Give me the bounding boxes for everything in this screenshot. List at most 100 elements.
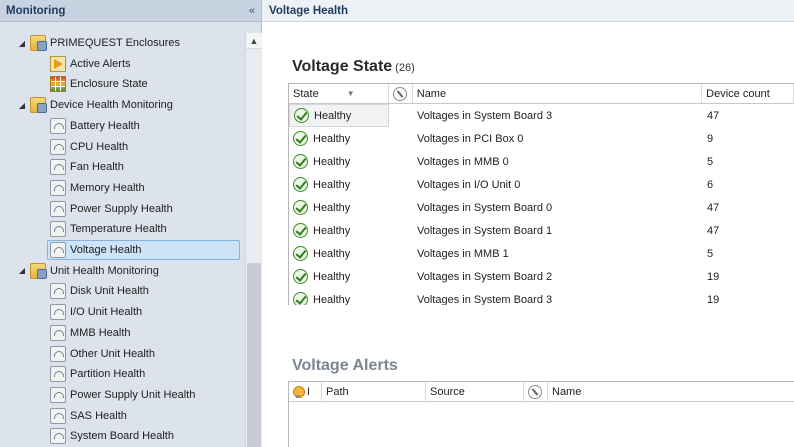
- state-cell: Healthy: [289, 242, 389, 265]
- tree-item[interactable]: Partition Health: [50, 364, 145, 384]
- table-row[interactable]: Healthy Voltages in MMB 0 5: [289, 150, 794, 173]
- column-device-count-label: Device count: [706, 87, 770, 100]
- healthy-check-icon: [293, 246, 308, 261]
- tree-item[interactable]: Power Supply Health: [50, 199, 173, 219]
- tree-item-label: SAS Health: [70, 409, 127, 422]
- dashboard-icon: [50, 242, 66, 258]
- table-row[interactable]: Healthy Voltages in System Board 3 47: [289, 104, 794, 127]
- device-count-cell: 5: [707, 247, 714, 260]
- column-source[interactable]: Source: [426, 382, 524, 401]
- dashboard-icon: [50, 138, 66, 155]
- tree-item[interactable]: SAS Health: [50, 406, 127, 426]
- voltage-state-heading: Voltage State: [292, 58, 393, 75]
- healthy-check-icon: [293, 200, 308, 215]
- table-row[interactable]: Healthy Voltages in System Board 3 19: [289, 288, 794, 305]
- alert-severity-icon: [292, 385, 305, 399]
- column-name-label: Name: [416, 87, 447, 100]
- column-source-label: Source: [430, 385, 465, 398]
- tasks-cell: [389, 196, 413, 219]
- tasks-cell: [389, 242, 413, 265]
- state-text: Healthy: [313, 155, 351, 168]
- tree-item[interactable]: ◢ Unit Health Monitoring: [16, 261, 159, 281]
- tree-item-label: Fan Health: [70, 161, 124, 174]
- state-text: Healthy: [314, 109, 352, 122]
- healthy-check-icon: [294, 108, 309, 123]
- tree-item[interactable]: Active Alerts: [50, 54, 131, 74]
- nav-header: Monitoring «: [0, 0, 261, 22]
- name-cell: Voltages in I/O Unit 0: [417, 178, 521, 191]
- table-row[interactable]: Healthy Voltages in MMB 1 5: [289, 242, 794, 265]
- tree-item[interactable]: System Board Health: [50, 426, 174, 446]
- tasks-cell: [389, 265, 413, 288]
- column-path[interactable]: Path: [322, 382, 426, 401]
- tree-item-label: I/O Unit Health: [70, 306, 143, 319]
- main-content: Voltage Health Voltage State (26) State ▼…: [262, 0, 794, 447]
- tree-item[interactable]: Battery Health: [50, 116, 140, 136]
- state-text: Healthy: [313, 293, 351, 306]
- device-count-cell: 19: [707, 293, 720, 306]
- tree-item[interactable]: Fan Health: [50, 157, 124, 177]
- navigation-pane: Monitoring « ◢ PRIMEQUEST Enclosures Activ…: [0, 0, 262, 447]
- tree-item[interactable]: Memory Health: [50, 178, 145, 198]
- expand-toggle-icon[interactable]: ◢: [16, 266, 28, 275]
- expand-toggle-icon[interactable]: ◢: [16, 101, 28, 110]
- healthy-check-icon: [293, 154, 308, 169]
- column-alert-name[interactable]: Name: [548, 382, 794, 401]
- scrollbar-thumb[interactable]: [247, 263, 261, 447]
- tree-item[interactable]: MMB Health: [50, 323, 131, 343]
- tree-item-label: Memory Health: [70, 181, 145, 194]
- tree-item[interactable]: ◢ PRIMEQUEST Enclosures: [16, 33, 180, 53]
- column-state-label: State: [293, 87, 319, 100]
- device-count-cell: 9: [707, 132, 714, 145]
- tree-scrollbar[interactable]: ▲: [245, 33, 262, 447]
- voltage-alerts-grid[interactable]: I Path Source Name: [288, 381, 794, 447]
- device-count-cell: 47: [707, 224, 720, 237]
- tasks-cell: [389, 219, 413, 242]
- tree-item[interactable]: Disk Unit Health: [50, 281, 149, 301]
- column-state[interactable]: State ▼: [289, 84, 389, 103]
- state-cell: Healthy: [289, 150, 389, 173]
- voltage-state-grid[interactable]: State ▼ Name Device count Healthy Voltage…: [288, 83, 794, 305]
- table-row[interactable]: Healthy Voltages in System Board 2 19: [289, 265, 794, 288]
- tree-item[interactable]: CPU Health: [50, 137, 128, 157]
- table-row[interactable]: Healthy Voltages in System Board 0 47: [289, 196, 794, 219]
- column-device-count[interactable]: Device count: [702, 84, 794, 103]
- wrench-icon: [392, 86, 407, 101]
- tree-item[interactable]: Enclosure State: [50, 74, 148, 94]
- column-name[interactable]: Name: [413, 84, 703, 103]
- collapse-pane-button[interactable]: «: [249, 5, 255, 17]
- dashboard-icon: [50, 324, 66, 341]
- tree-item-label: Power Supply Unit Health: [70, 388, 196, 401]
- dashboard-icon: [50, 386, 66, 403]
- tree-item-label: Temperature Health: [70, 223, 167, 236]
- tasks-cell: [389, 104, 413, 127]
- state-cell: Healthy: [289, 288, 389, 305]
- name-cell: Voltages in System Board 3: [417, 109, 553, 122]
- tree-item[interactable]: Voltage Health: [47, 240, 240, 260]
- scroll-up-arrow-icon[interactable]: ▲: [246, 33, 262, 49]
- tree-item-label: Other Unit Health: [70, 347, 155, 360]
- filter-arrow-icon[interactable]: ▼: [347, 89, 355, 98]
- column-tasks[interactable]: [389, 84, 413, 103]
- column-severity[interactable]: I: [289, 382, 322, 401]
- tree-item[interactable]: Power Supply Unit Health: [50, 385, 195, 405]
- tree-item[interactable]: I/O Unit Health: [50, 302, 142, 322]
- dashboard-icon: [50, 117, 66, 134]
- voltage-alerts-title: Voltage Alerts: [292, 357, 398, 375]
- column-alert-tasks[interactable]: [524, 382, 548, 401]
- tree-item[interactable]: ◢ Device Health Monitoring: [16, 95, 173, 115]
- table-row[interactable]: Healthy Voltages in System Board 1 47: [289, 219, 794, 242]
- table-row[interactable]: Healthy Voltages in I/O Unit 0 6: [289, 173, 794, 196]
- expand-toggle-icon[interactable]: ◢: [16, 39, 28, 48]
- device-count-cell: 6: [707, 178, 714, 191]
- table-row[interactable]: Healthy Voltages in PCI Box 0 9: [289, 127, 794, 150]
- tree-item[interactable]: Other Unit Health: [50, 344, 155, 364]
- dashboard-icon: [50, 304, 66, 321]
- state-cell: Healthy: [289, 127, 389, 150]
- voltage-state-count: (26): [395, 62, 415, 74]
- voltage-state-title: Voltage State (26): [292, 58, 415, 76]
- tree-item-label: Active Alerts: [70, 57, 131, 70]
- tree-item[interactable]: Temperature Health: [50, 219, 167, 239]
- state-text: Healthy: [313, 224, 351, 237]
- dashboard-icon: [50, 283, 66, 300]
